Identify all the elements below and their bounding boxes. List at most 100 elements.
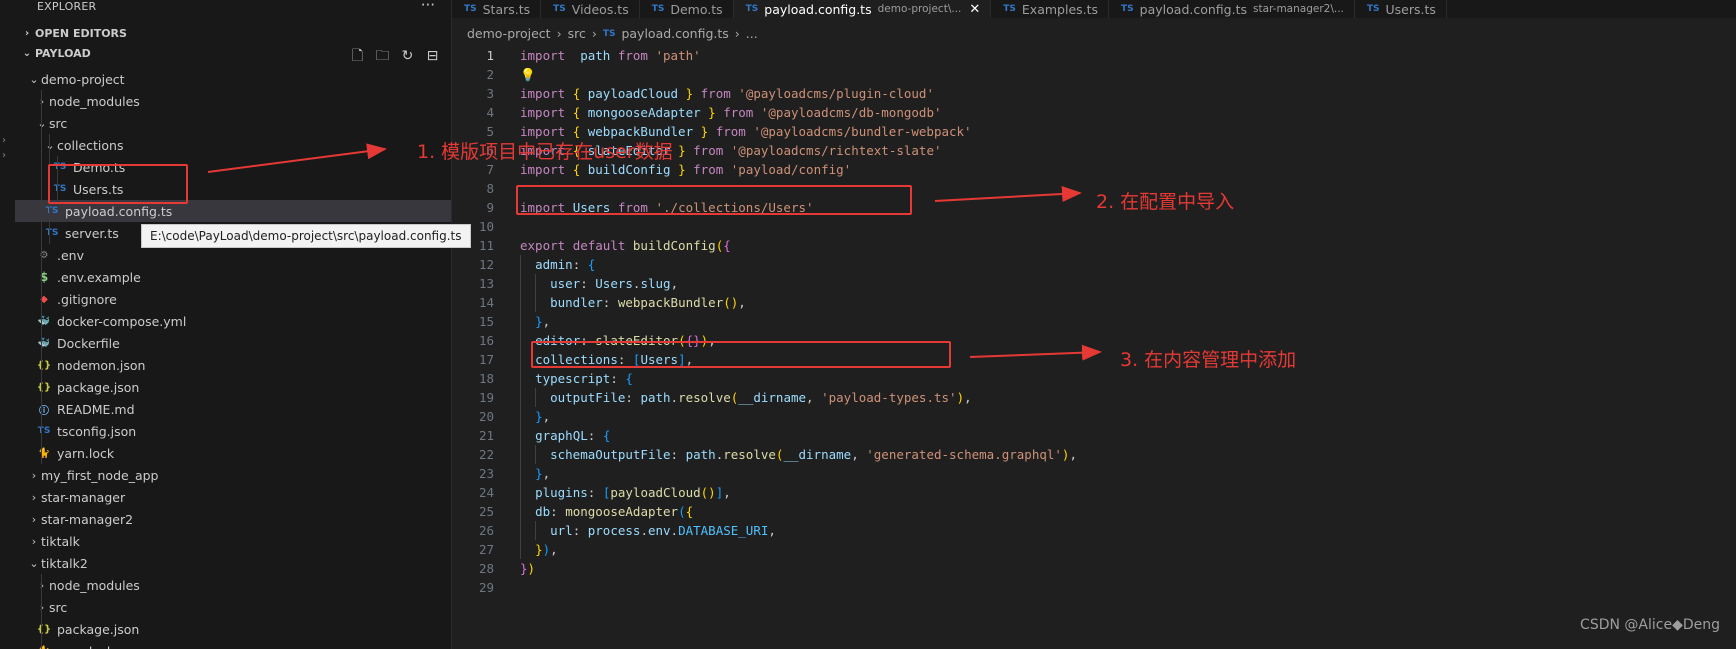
- explorer-activity-icon[interactable]: ›: [2, 135, 12, 146]
- tree-file[interactable]: 🐳 docker-compose.yml: [15, 310, 451, 332]
- tree-item-label: node_modules: [49, 577, 140, 593]
- breadcrumb-item[interactable]: src: [568, 26, 586, 41]
- explorer-title: EXPLORER: [37, 0, 97, 13]
- json-file-icon: {}: [36, 381, 52, 393]
- code-token: 'path': [655, 48, 701, 63]
- chevron-down-icon: ⌄: [37, 116, 47, 130]
- indent-guide: [49, 222, 50, 244]
- tree-folder[interactable]: › node_modules: [15, 90, 451, 112]
- code-token: default: [572, 238, 626, 253]
- new-folder-icon[interactable]: 🗀: [374, 48, 391, 65]
- tree-file[interactable]: 🐈 yarn.lock: [15, 640, 451, 649]
- breadcrumb: demo-project › src › TS payload.config.ts ›...: [467, 26, 758, 41]
- tab-label: Users.ts: [1385, 1, 1436, 17]
- tree-file[interactable]: 🐳 Dockerfile: [15, 332, 451, 354]
- lightbulb-icon[interactable]: 💡: [520, 67, 536, 82]
- code-token: env: [647, 523, 671, 538]
- code-token: :: [580, 276, 596, 291]
- breadcrumb-item[interactable]: demo-project: [467, 26, 551, 41]
- code-token: ,: [738, 295, 746, 310]
- chevron-right-icon: ›: [31, 512, 37, 526]
- tree-file[interactable]: {} nodemon.json: [15, 354, 451, 376]
- code-token: ,: [723, 485, 731, 500]
- refresh-icon[interactable]: ↻: [399, 48, 416, 65]
- tree-file[interactable]: $ .env.example: [15, 266, 451, 288]
- editor-tab[interactable]: TS Videos.ts: [541, 0, 640, 18]
- code-token: (): [700, 485, 716, 500]
- line-number: 1: [486, 48, 494, 63]
- search-activity-icon[interactable]: ›: [2, 150, 12, 161]
- code-token: from: [617, 48, 648, 63]
- code-token: ): [956, 390, 965, 405]
- tree-item-label: my_first_node_app: [41, 467, 159, 483]
- code-text: import { payloadCloud } from '@payloadcm…: [520, 84, 934, 103]
- code-text: db: mongooseAdapter({: [520, 502, 693, 521]
- indent-guide: [41, 266, 42, 288]
- line-number: 20: [478, 409, 494, 424]
- indent-guide: [49, 134, 50, 156]
- tree-folder[interactable]: › my_first_node_app: [15, 464, 451, 486]
- editor-tab[interactable]: TS payload.config.ts star-manager2\...: [1109, 0, 1355, 18]
- editor-tab[interactable]: TS payload.config.ts demo-project\... ✕: [733, 0, 992, 18]
- code-token: ,: [542, 314, 551, 329]
- new-file-icon[interactable]: 🗋: [349, 48, 366, 65]
- tree-folder[interactable]: › src: [15, 596, 451, 618]
- tree-file[interactable]: ⓘ README.md: [15, 398, 451, 420]
- more-actions-icon[interactable]: ···: [421, 0, 435, 14]
- tree-folder[interactable]: › star-manager: [15, 486, 451, 508]
- code-line: 19 outputFile: path.resolve(__dirname, '…: [452, 388, 1736, 407]
- code-token: Users: [595, 276, 633, 291]
- code-token: __dirname: [738, 390, 807, 405]
- tree-file[interactable]: {} package.json: [15, 376, 451, 398]
- tree-item-label: src: [49, 115, 68, 131]
- tree-folder[interactable]: › node_modules: [15, 574, 451, 596]
- tree-file[interactable]: 🐈 yarn.lock: [15, 442, 451, 464]
- code-text: 💡: [520, 65, 536, 84]
- line-number: 11: [478, 238, 494, 253]
- code-text: },: [520, 464, 550, 483]
- open-editors-section[interactable]: › OPEN EDITORS: [19, 23, 127, 43]
- tree-folder[interactable]: ⌄ demo-project: [15, 68, 451, 90]
- tree-folder[interactable]: ⌄ src: [15, 112, 451, 134]
- code-text: }),: [520, 540, 558, 559]
- tree-item-label: payload.config.ts: [65, 203, 173, 219]
- workspace-section[interactable]: ⌄ PAYLOAD: [19, 43, 91, 63]
- code-token: bundler: [550, 295, 603, 310]
- tree-item-label: docker-compose.yml: [57, 313, 187, 329]
- tree-file[interactable]: {} package.json: [15, 618, 451, 640]
- tree-folder[interactable]: › star-manager2: [15, 508, 451, 530]
- code-text: plugins: [payloadCloud()],: [520, 483, 731, 502]
- code-token: ,: [542, 466, 551, 481]
- code-token: :: [572, 523, 588, 538]
- breadcrumb-item[interactable]: payload.config.ts: [621, 26, 728, 41]
- code-token: url: [550, 523, 573, 538]
- tree-folder[interactable]: › tiktalk: [15, 530, 451, 552]
- tree-folder[interactable]: ⌄ collections: [15, 134, 451, 156]
- close-icon[interactable]: ✕: [969, 2, 980, 17]
- tree-item-label: package.json: [57, 379, 140, 395]
- editor-tab[interactable]: TS Users.ts: [1354, 0, 1447, 18]
- editor-tab[interactable]: TS Stars.ts: [452, 0, 542, 18]
- tree-file[interactable]: ◆ .gitignore: [15, 288, 451, 310]
- chevron-down-icon: ⌄: [29, 72, 39, 86]
- line-number: 26: [478, 523, 494, 538]
- tree-file[interactable]: TS tsconfig.json: [15, 420, 451, 442]
- editor-tab[interactable]: TS Examples.ts: [991, 0, 1110, 18]
- annotation-2: 2. 在配置中导入: [1096, 191, 1235, 213]
- editor-tab[interactable]: TS Demo.ts: [639, 0, 734, 18]
- tree-folder[interactable]: ⌄ tiktalk2: [15, 552, 451, 574]
- breadcrumb-item[interactable]: ...: [746, 26, 758, 41]
- code-text: url: process.env.DATABASE_URI,: [520, 521, 776, 540]
- code-line: 13 user: Users.slug,: [452, 274, 1736, 293]
- code-token: :: [550, 504, 566, 519]
- indent-guide: [535, 445, 536, 464]
- code-token: import: [520, 48, 566, 63]
- indent-guide: [41, 398, 42, 420]
- collapse-all-icon[interactable]: ⊟: [424, 48, 441, 65]
